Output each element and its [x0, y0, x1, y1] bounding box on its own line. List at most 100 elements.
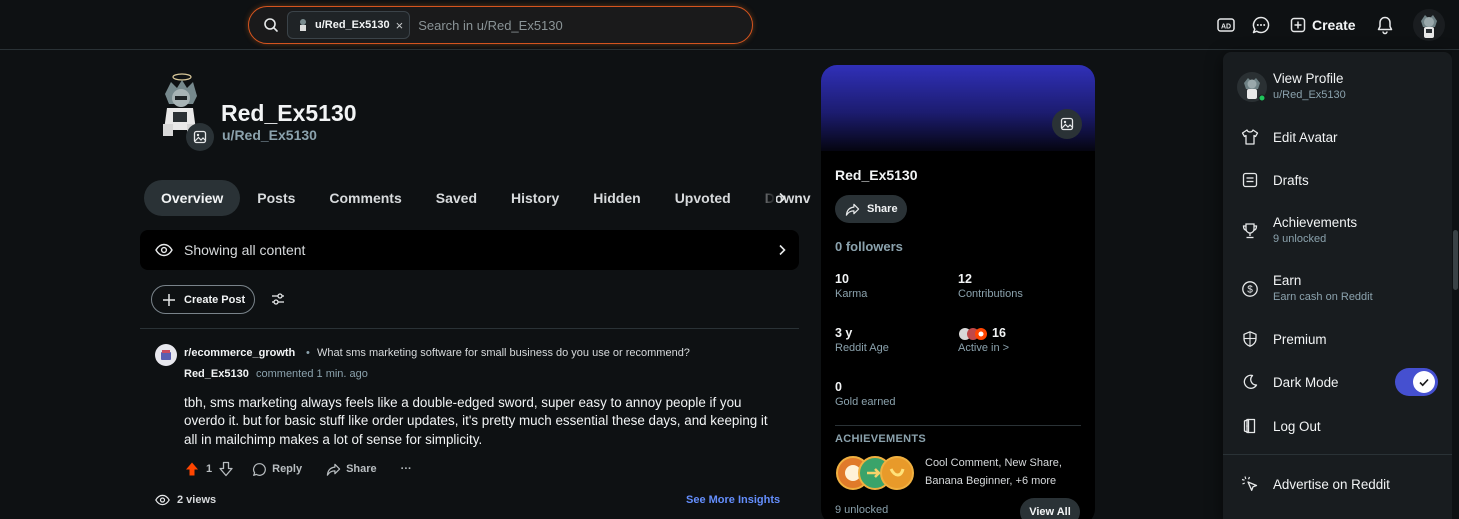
- share-button[interactable]: Share: [326, 462, 377, 477]
- tab-saved[interactable]: Saved: [419, 180, 494, 216]
- achievements-summary: Cool Comment, New Share, Banana Beginner…: [925, 457, 1062, 487]
- profile-display-name: Red_Ex5130: [221, 100, 357, 126]
- divider: [1223, 454, 1452, 455]
- moon-icon: [1241, 373, 1259, 391]
- reply-label: Reply: [272, 463, 303, 475]
- content-filter-row[interactable]: Showing all content: [140, 230, 799, 270]
- profile-tabs: Overview Posts Comments Saved History Hi…: [144, 180, 828, 216]
- comment-post-title[interactable]: What sms marketing software for small bu…: [317, 347, 690, 359]
- comment-author[interactable]: Red_Ex5130: [184, 368, 249, 380]
- menu-item-log-out[interactable]: Log Out: [1223, 416, 1452, 436]
- tab-hidden[interactable]: Hidden: [576, 180, 657, 216]
- profile-banner: [821, 65, 1095, 151]
- cursor-click-icon: [1241, 475, 1259, 493]
- separator-dot: •: [306, 347, 310, 359]
- checkmark-icon: [1419, 378, 1429, 387]
- contributions-label: Contributions: [958, 288, 1023, 300]
- search-scope-chip[interactable]: u/Red_Ex5130 ×: [287, 11, 411, 39]
- svg-text:AD: AD: [1221, 23, 1231, 30]
- card-share-label: Share: [867, 203, 898, 215]
- divider: [140, 328, 799, 329]
- menu-label: Earn: [1273, 273, 1302, 288]
- tab-history[interactable]: History: [494, 180, 576, 216]
- view-all-button[interactable]: View All: [1020, 498, 1080, 519]
- menu-item-drafts[interactable]: Drafts: [1223, 170, 1452, 190]
- create-post-button[interactable]: Create Post: [151, 285, 255, 314]
- search-input[interactable]: [418, 17, 719, 33]
- shirt-icon: [1241, 128, 1259, 146]
- user-menu: View Profile u/Red_Ex5130 Edit Avatar Dr…: [1223, 52, 1452, 519]
- edit-banner-button[interactable]: [1052, 109, 1082, 139]
- menu-sublabel: u/Red_Ex5130: [1273, 89, 1346, 101]
- upvote-icon[interactable]: [184, 461, 200, 477]
- active-in-value: 16: [992, 326, 1006, 340]
- scrollbar[interactable]: [1452, 52, 1459, 519]
- reply-button[interactable]: Reply: [252, 462, 302, 477]
- card-share-button[interactable]: Share: [835, 195, 907, 223]
- share-icon: [845, 203, 860, 216]
- menu-item-advertise[interactable]: Advertise on Reddit: [1223, 474, 1452, 494]
- top-bar: u/Red_Ex5130 × AD Create: [0, 0, 1459, 50]
- vote-count: 1: [206, 463, 213, 475]
- menu-item-edit-avatar[interactable]: Edit Avatar: [1223, 127, 1452, 147]
- chevron-right-icon: [779, 192, 786, 204]
- chat-icon[interactable]: [1250, 14, 1272, 36]
- achievements-heading: ACHIEVEMENTS: [835, 433, 926, 445]
- comment-timestamp: commented 1 min. ago: [256, 368, 368, 380]
- sort-options-icon[interactable]: [270, 291, 286, 307]
- contributions-value: 12: [958, 272, 972, 286]
- tab-upvoted[interactable]: Upvoted: [658, 180, 748, 216]
- more-options-button[interactable]: ···: [401, 463, 412, 475]
- reddit-age-value: 3 y: [835, 326, 853, 340]
- chevron-right-icon: [779, 244, 786, 256]
- see-more-insights-link[interactable]: See More Insights: [686, 494, 780, 506]
- card-display-name: Red_Ex5130: [835, 167, 918, 183]
- menu-item-view-profile[interactable]: View Profile u/Red_Ex5130: [1223, 70, 1452, 106]
- menu-label: Log Out: [1273, 418, 1321, 434]
- subreddit-icon[interactable]: [155, 344, 177, 366]
- tab-overview[interactable]: Overview: [144, 180, 241, 216]
- menu-label: Achievements: [1273, 215, 1358, 230]
- active-communities-icons: [959, 328, 987, 340]
- svg-text:$: $: [1247, 285, 1253, 296]
- bell-icon[interactable]: [1374, 14, 1396, 36]
- downvote-icon[interactable]: [218, 461, 234, 477]
- comment-actions: 1 Reply Share ···: [184, 460, 412, 478]
- share-label: Share: [346, 463, 377, 475]
- tabs-scroll-right-button[interactable]: [772, 188, 792, 208]
- achievement-badges[interactable]: [835, 455, 915, 491]
- close-icon[interactable]: ×: [396, 19, 404, 32]
- views-count: 2 views: [155, 494, 216, 506]
- divider: [835, 425, 1081, 426]
- menu-label: Advertise on Reddit: [1273, 476, 1390, 492]
- plus-icon: [163, 293, 175, 306]
- image-icon: [193, 130, 207, 144]
- menu-label: Premium: [1273, 331, 1327, 347]
- search-icon: [264, 18, 278, 32]
- gold-earned-value: 0: [835, 380, 842, 394]
- active-in-label[interactable]: Active in >: [958, 342, 1009, 354]
- search-scope-label: u/Red_Ex5130: [315, 19, 390, 31]
- menu-item-achievements[interactable]: Achievements 9 unlocked: [1223, 214, 1452, 250]
- followers-count[interactable]: 0 followers: [835, 239, 903, 254]
- tab-comments[interactable]: Comments: [312, 180, 418, 216]
- eye-icon: [155, 243, 173, 257]
- create-button[interactable]: Create: [1284, 10, 1362, 40]
- scrollbar-thumb[interactable]: [1453, 230, 1458, 290]
- tab-posts[interactable]: Posts: [240, 180, 312, 216]
- menu-sublabel: Earn cash on Reddit: [1273, 291, 1373, 303]
- comment-body[interactable]: tbh, sms marketing always feels like a d…: [184, 394, 784, 449]
- edit-avatar-button[interactable]: [186, 123, 214, 151]
- dark-mode-toggle[interactable]: [1395, 368, 1438, 396]
- advertise-icon[interactable]: AD: [1215, 14, 1237, 36]
- search-bar[interactable]: u/Red_Ex5130 ×: [248, 6, 753, 44]
- eye-icon: [155, 494, 170, 506]
- create-post-label: Create Post: [184, 293, 246, 306]
- comment-subreddit-link[interactable]: r/ecommerce_growth: [184, 347, 295, 359]
- avatar-icon: [1237, 72, 1267, 102]
- shield-icon: [1241, 330, 1259, 348]
- menu-item-premium[interactable]: Premium: [1223, 329, 1452, 349]
- user-avatar[interactable]: [1413, 9, 1445, 41]
- menu-item-earn[interactable]: $ Earn Earn cash on Reddit: [1223, 272, 1452, 308]
- karma-value: 10: [835, 272, 849, 286]
